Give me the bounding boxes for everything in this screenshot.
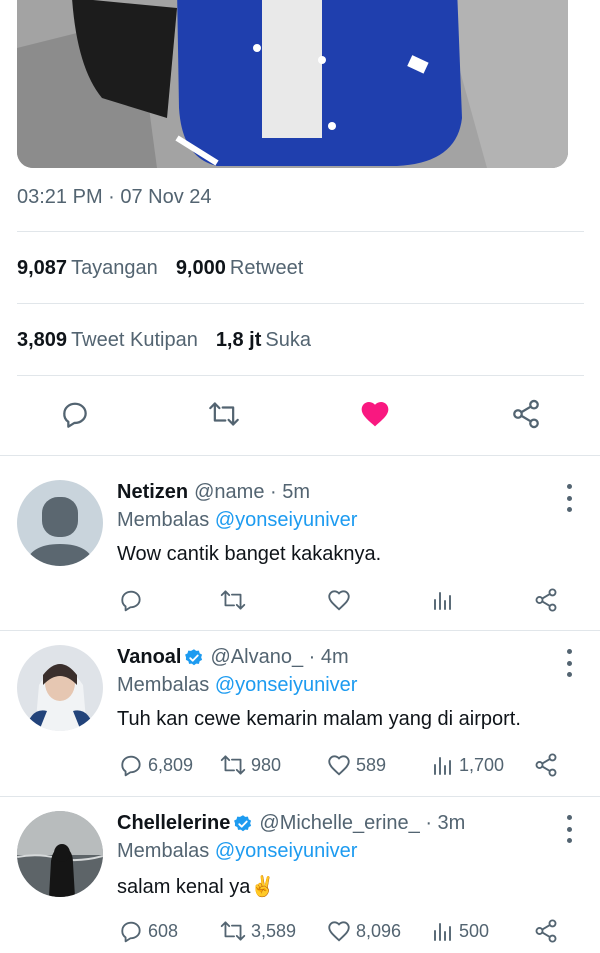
share-icon (535, 919, 557, 943)
reply-count: 6,809 (148, 754, 194, 775)
retweet-button[interactable]: 3,589 (219, 915, 296, 947)
divider (17, 375, 584, 376)
like-count: 589 (356, 754, 387, 775)
views-button[interactable]: 1,700 (431, 749, 504, 781)
reply-count: 608 (148, 920, 179, 941)
retweet-icon (220, 755, 246, 775)
more-options-icon[interactable] (564, 484, 574, 512)
retweet-button[interactable] (219, 584, 247, 616)
tweet-timestamp[interactable]: 03:21 PM · 07 Nov 24 (17, 186, 212, 209)
retweets-label: Retweet (229, 257, 304, 279)
stats-row-views-retweets: 9,087 Tayangan 9,000 Retweet (17, 257, 303, 280)
heart-filled-icon[interactable] (357, 396, 393, 432)
handle-and-time: @name · 5m (194, 481, 311, 503)
likes-count: 1,8 jt (215, 329, 262, 351)
reply-action-bar: 6,809 980 589 1,700 (0, 749, 600, 781)
quotes-count: 3,809 (17, 329, 68, 351)
stats-row-quotes-likes: 3,809 Tweet Kutipan 1,8 jt Suka (17, 329, 311, 352)
retweets-stat[interactable]: 9,000 Retweet (176, 257, 303, 279)
like-count: 8,096 (356, 920, 402, 941)
display-name[interactable]: Vanoal (117, 646, 181, 669)
views-count: 500 (459, 920, 490, 941)
replying-to-prefix: Membalas (117, 509, 210, 531)
reply-button[interactable]: 608 (118, 915, 178, 947)
reply-icon[interactable] (57, 396, 93, 432)
retweet-icon (220, 590, 246, 610)
handle-and-time: @Michelle_erine_ · 3m (259, 812, 466, 834)
share-button[interactable] (533, 749, 559, 781)
retweet-button[interactable]: 980 (219, 749, 281, 781)
retweet-icon[interactable] (206, 396, 242, 432)
reply-tweet[interactable]: Vanoal @Alvano_ · 4m Membalas @yonseiyun… (0, 631, 600, 796)
views-label: Tayangan (71, 257, 158, 279)
views-icon (434, 757, 451, 775)
reply-text: Tuh kan cewe kemarin malam yang di airpo… (117, 708, 521, 730)
retweet-icon (220, 921, 246, 941)
display-name[interactable]: Chellelerine (117, 812, 230, 835)
reply-icon (121, 590, 141, 612)
replying-to: Membalas @yonseiyuniver (117, 674, 357, 697)
divider (17, 303, 584, 304)
display-name[interactable]: Netizen (117, 481, 188, 504)
more-options-icon[interactable] (564, 649, 574, 677)
retweet-count: 980 (251, 754, 282, 775)
reply-text: salam kenal ya✌️ (117, 876, 276, 898)
reply-icon (121, 921, 141, 943)
share-button[interactable] (533, 584, 559, 616)
replying-to-mention[interactable]: @yonseiyuniver (215, 674, 358, 696)
reply-button[interactable] (118, 584, 144, 616)
tweet-photo[interactable] (17, 0, 568, 168)
share-icon (535, 588, 557, 612)
quotes-label: Tweet Kutipan (71, 329, 198, 351)
reply-header: Chellelerine @Michelle_erine_ · 3m (117, 812, 465, 835)
views-button[interactable]: 500 (431, 915, 489, 947)
heart-icon (328, 921, 350, 942)
replying-to-prefix: Membalas (117, 840, 210, 862)
reply-action-bar (0, 584, 600, 616)
like-button[interactable]: 589 (326, 749, 386, 781)
replying-to: Membalas @yonseiyuniver (117, 509, 357, 532)
divider (17, 231, 584, 232)
reply-header: Vanoal @Alvano_ · 4m (117, 646, 349, 669)
likes-label: Suka (265, 329, 311, 351)
reply-button[interactable]: 6,809 (118, 749, 193, 781)
quotes-stat[interactable]: 3,809 Tweet Kutipan (17, 329, 198, 351)
avatar[interactable] (17, 480, 103, 566)
replying-to: Membalas @yonseiyuniver (117, 840, 357, 863)
retweet-count: 3,589 (251, 920, 297, 941)
like-button[interactable]: 8,096 (326, 915, 401, 947)
tweet-action-bar (0, 392, 600, 436)
views-icon (434, 923, 451, 941)
share-button[interactable] (533, 915, 559, 947)
views-count: 9,087 (17, 257, 68, 279)
reply-icon (121, 755, 141, 777)
views-count: 1,700 (459, 754, 505, 775)
reply-text: Wow cantik banget kakaknya. (117, 543, 382, 565)
handle-and-time: @Alvano_ · 4m (210, 646, 349, 668)
likes-stat[interactable]: 1,8 jt Suka (216, 329, 311, 351)
replying-to-prefix: Membalas (117, 674, 210, 696)
heart-icon (328, 590, 350, 611)
retweets-count: 9,000 (175, 257, 226, 279)
reply-tweet[interactable]: Netizen @name · 5m Membalas @yonseiyuniv… (0, 466, 600, 630)
more-options-icon[interactable] (564, 815, 574, 843)
reply-header: Netizen @name · 5m (117, 481, 310, 504)
verified-badge-icon (185, 648, 203, 665)
replying-to-mention[interactable]: @yonseiyuniver (215, 840, 358, 862)
views-button[interactable] (431, 584, 455, 616)
heart-icon (328, 755, 350, 776)
share-icon (535, 753, 557, 777)
like-button[interactable] (326, 584, 352, 616)
share-icon[interactable] (508, 396, 544, 432)
avatar[interactable] (17, 645, 103, 731)
reply-tweet[interactable]: Chellelerine @Michelle_erine_ · 3m Memba… (0, 797, 600, 953)
reply-action-bar: 608 3,589 8,096 500 (0, 915, 600, 947)
views-icon (434, 592, 451, 610)
verified-badge-icon (234, 814, 252, 831)
avatar[interactable] (17, 811, 103, 897)
replying-to-mention[interactable]: @yonseiyuniver (215, 509, 358, 531)
views-stat[interactable]: 9,087 Tayangan (17, 257, 158, 279)
divider (0, 455, 600, 456)
